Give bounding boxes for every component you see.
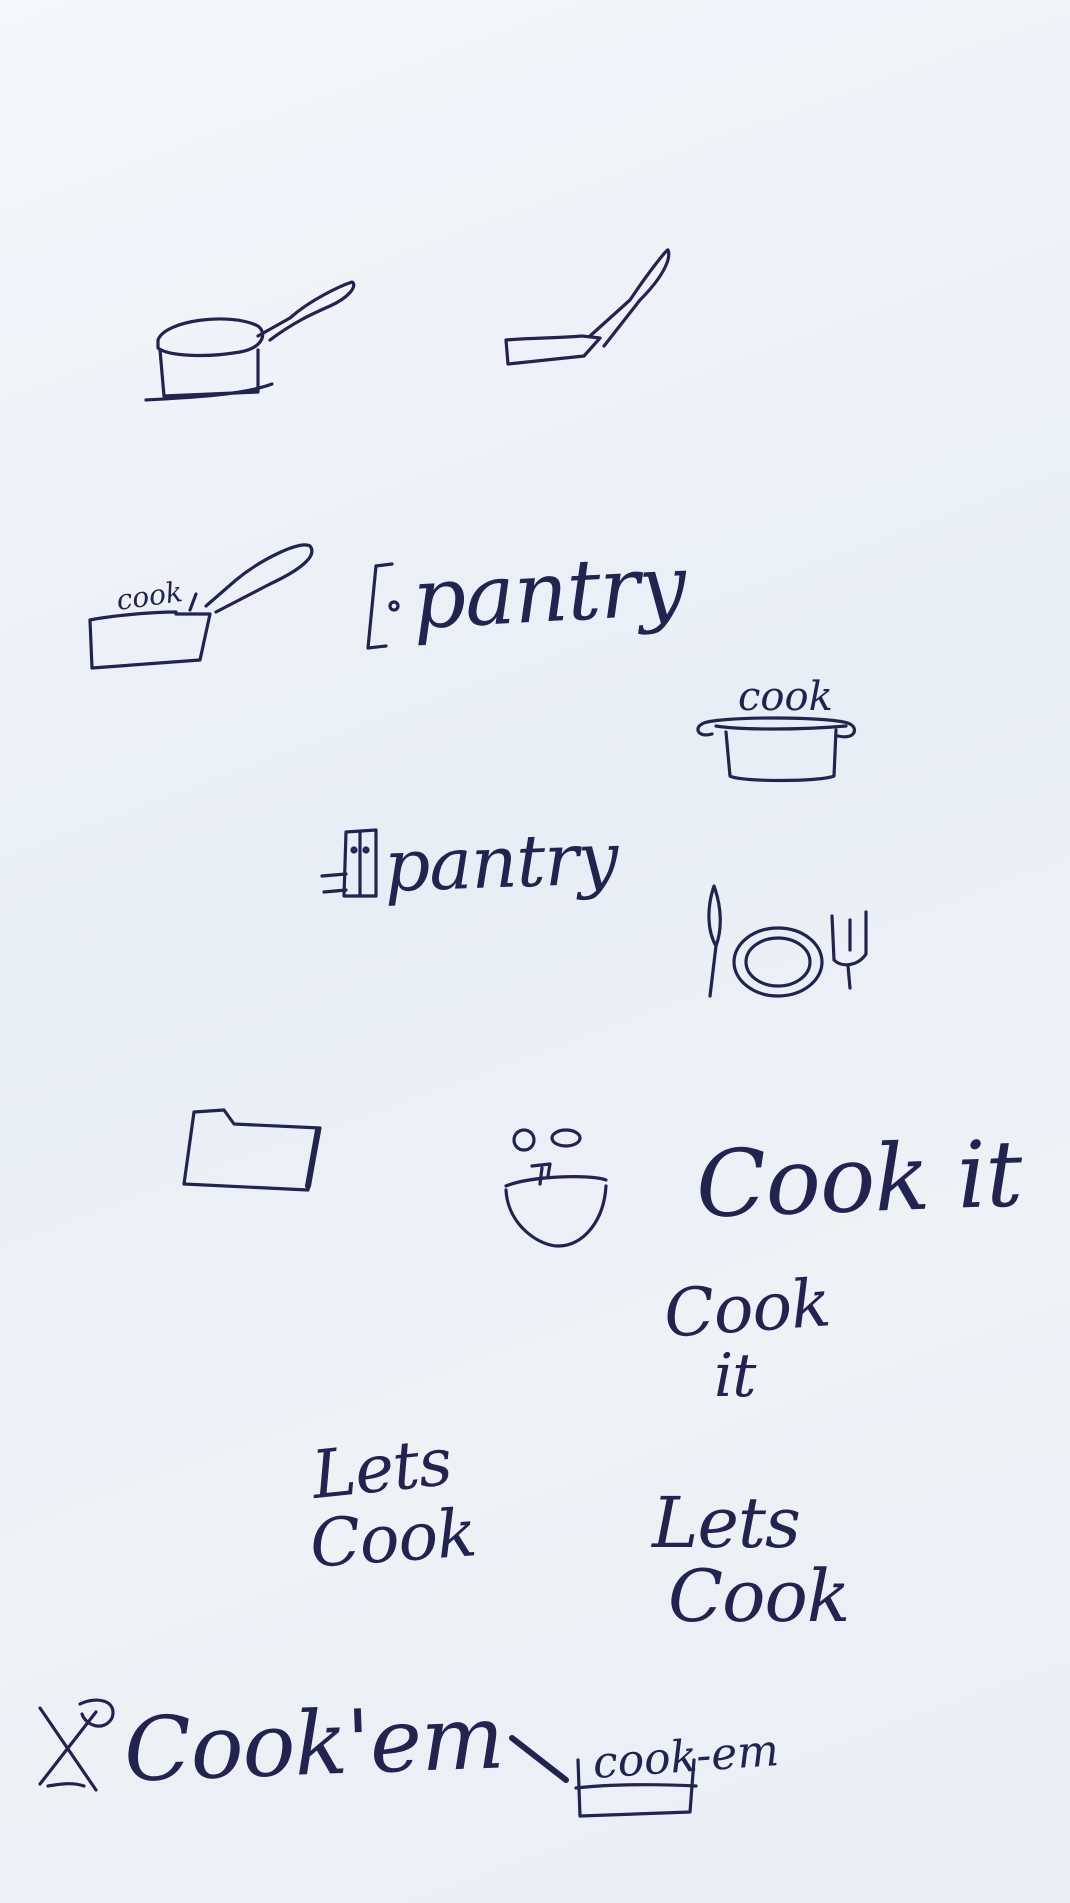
cook-it-stacked-line2: it bbox=[714, 1341, 756, 1411]
knife-plate-fork-icon bbox=[707, 884, 868, 998]
pantry-cabinet-icon bbox=[320, 828, 378, 898]
cook-em-pan-scribble: cook-em bbox=[591, 1725, 780, 1789]
lets-cook-1-line2: Cook bbox=[307, 1494, 479, 1583]
sketch-paper: cook cook cook-em bbox=[38, 248, 868, 1818]
frying-pan-icon bbox=[504, 248, 671, 366]
cook-it-word-1: Cook it bbox=[694, 1120, 1024, 1239]
pantry-door-icon bbox=[366, 562, 400, 650]
lets-cook-2-line1: Lets bbox=[652, 1482, 801, 1564]
lets-cook-2-line2: Cook bbox=[668, 1554, 850, 1638]
cook-em-pan-text: cook-em bbox=[591, 1725, 780, 1789]
cooking-pot-icon bbox=[696, 716, 857, 783]
pot-label-text: cook bbox=[738, 674, 833, 720]
crossed-utensils-icon bbox=[38, 1698, 115, 1792]
mixing-bowl-icon bbox=[504, 1128, 608, 1248]
pan-with-lid-icon bbox=[144, 280, 356, 402]
cook-it-stacked-line1: Cook bbox=[661, 1264, 833, 1353]
pantry-word-2: pantry bbox=[382, 815, 619, 909]
pot-label-scribble: cook bbox=[738, 674, 833, 720]
folder-icon bbox=[182, 1108, 322, 1192]
pantry-word-1: pantry bbox=[409, 535, 688, 649]
cook-em-word: Cook'em bbox=[122, 1685, 506, 1802]
